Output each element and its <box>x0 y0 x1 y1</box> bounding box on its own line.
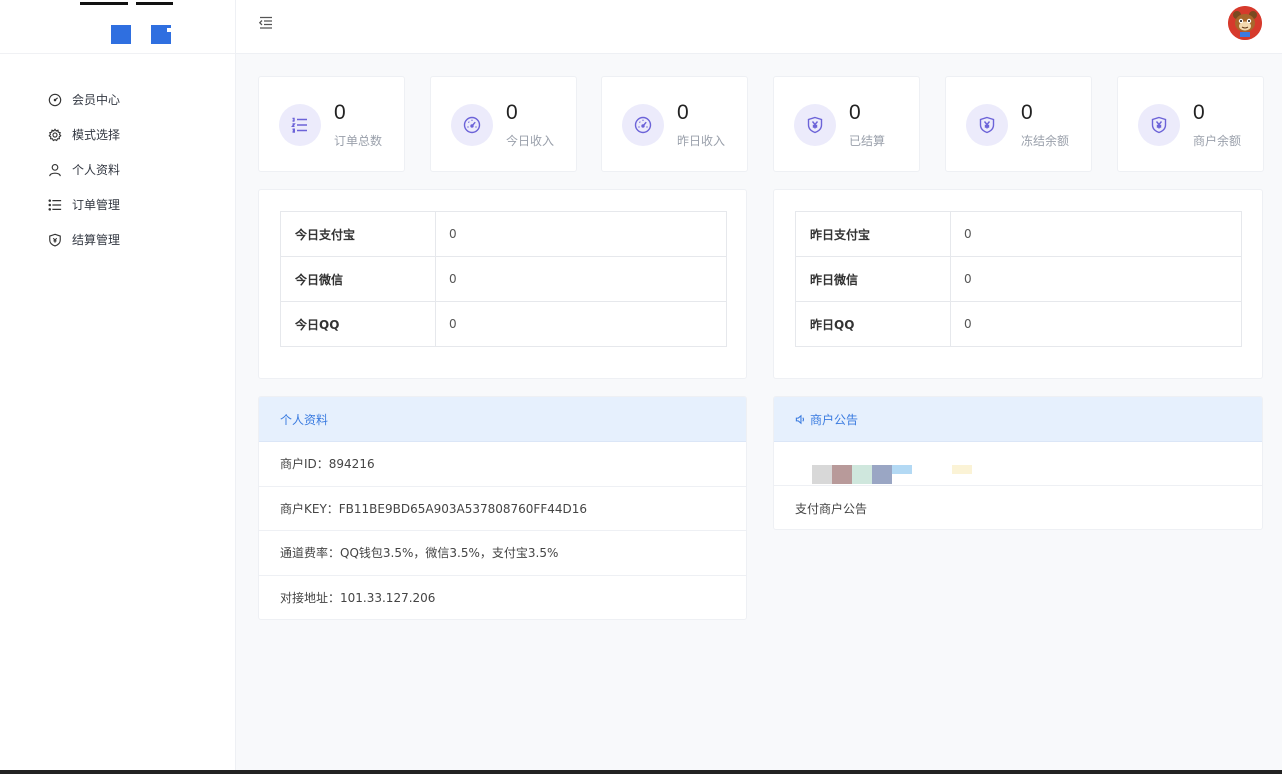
logo[interactable] <box>0 0 235 54</box>
payment-label: 今日QQ <box>280 301 436 347</box>
stat-label: 冻结余额 <box>1021 134 1070 148</box>
payment-label: 昨日QQ <box>795 301 951 347</box>
stat-value: 0 <box>677 101 689 124</box>
user-icon <box>47 162 62 177</box>
payment-value: 0 <box>950 256 1242 302</box>
payment-label: 昨日支付宝 <box>795 211 951 257</box>
profile-card: 个人资料 商户ID：894216 商户KEY：FB11BE9BD65A903A5… <box>258 396 747 620</box>
menu-collapse-icon[interactable] <box>258 15 274 31</box>
notice-text: 支付商户公告 <box>795 501 868 516</box>
table-row: 昨日支付宝 0 <box>795 211 1242 257</box>
table-row: 今日微信 0 <box>280 256 727 302</box>
payment-value: 0 <box>950 301 1242 347</box>
notice-image-mosaic <box>774 442 1262 486</box>
notice-card-header: 商户公告 <box>774 397 1262 442</box>
dashboard-icon <box>47 92 62 107</box>
table-row: 今日QQ 0 <box>280 301 727 347</box>
table-row: 今日支付宝 0 <box>280 211 727 257</box>
speaker-icon <box>795 414 806 425</box>
profile-api-address: 对接地址：101.33.127.206 <box>280 591 436 606</box>
sidebar-nav: 会员中心 模式选择 个人资料 订单管理 结算管理 <box>0 82 235 257</box>
sidebar-item-label: 结算管理 <box>72 233 121 247</box>
stat-card-today-income: 0 今日收入 <box>430 76 577 172</box>
payment-label: 今日支付宝 <box>280 211 436 257</box>
payment-value: 0 <box>435 211 727 257</box>
stat-label: 订单总数 <box>334 134 383 148</box>
profile-channel-rate: 通道费率：QQ钱包3.5%，微信3.5%，支付宝3.5% <box>259 531 746 576</box>
stat-value: 0 <box>334 101 346 124</box>
yen-icon <box>1138 104 1180 146</box>
stat-card-merchant-balance: 0 商户余额 <box>1117 76 1264 172</box>
sidebar-item-label: 会员中心 <box>72 93 121 107</box>
payment-label: 今日微信 <box>280 256 436 302</box>
stat-value: 0 <box>849 101 861 124</box>
stat-label: 昨日收入 <box>677 134 726 148</box>
sidebar-item-label: 个人资料 <box>72 163 121 177</box>
sidebar-item-settlement[interactable]: 结算管理 <box>0 222 235 257</box>
sidebar-item-profile[interactable]: 个人资料 <box>0 152 235 187</box>
shield-icon <box>47 232 62 247</box>
profile-merchant-key: 商户KEY：FB11BE9BD65A903A537808760FF44D16 <box>259 487 746 531</box>
list-icon <box>47 197 62 212</box>
user-avatar[interactable] <box>1228 6 1262 40</box>
stat-value: 0 <box>506 101 518 124</box>
payment-value: 0 <box>435 301 727 347</box>
sidebar-item-member-center[interactable]: 会员中心 <box>0 82 235 117</box>
today-payments-table: 今日支付宝 0 今日微信 0 今日QQ 0 <box>280 211 727 347</box>
stat-card-yesterday-income: 0 昨日收入 <box>601 76 748 172</box>
payment-label: 昨日微信 <box>795 256 951 302</box>
gauge-icon <box>622 104 664 146</box>
payment-value: 0 <box>950 211 1242 257</box>
sidebar-item-label: 模式选择 <box>72 128 121 142</box>
sidebar-item-label: 订单管理 <box>72 198 121 212</box>
stat-card-total-orders: 0 订单总数 <box>258 76 405 172</box>
stat-value: 0 <box>1193 101 1205 124</box>
logo-bar <box>136 2 173 5</box>
notice-card-title: 商户公告 <box>810 412 859 427</box>
sidebar: 会员中心 模式选择 个人资料 订单管理 结算管理 <box>0 0 236 774</box>
profile-card-title: 个人资料 <box>259 397 746 442</box>
top-bar <box>236 0 1282 54</box>
stat-label: 商户余额 <box>1193 134 1242 148</box>
sidebar-item-mode-select[interactable]: 模式选择 <box>0 117 235 152</box>
yesterday-payments-panel: 昨日支付宝 0 昨日微信 0 昨日QQ 0 <box>773 189 1263 379</box>
sidebar-item-orders[interactable]: 订单管理 <box>0 187 235 222</box>
stat-value: 0 <box>1021 101 1033 124</box>
window-bottom-edge <box>0 770 1282 774</box>
table-row: 昨日微信 0 <box>795 256 1242 302</box>
logo-block <box>151 25 171 44</box>
today-payments-panel: 今日支付宝 0 今日微信 0 今日QQ 0 <box>258 189 747 379</box>
stat-card-settled: 0 已结算 <box>773 76 920 172</box>
logo-block <box>111 25 131 44</box>
yen-icon <box>966 104 1008 146</box>
yen-icon <box>794 104 836 146</box>
list-icon <box>279 104 321 146</box>
profile-merchant-id: 商户ID：894216 <box>259 442 746 487</box>
stat-card-frozen-balance: 0 冻结余额 <box>945 76 1092 172</box>
stat-label: 已结算 <box>849 134 886 148</box>
logo-bar <box>80 2 128 5</box>
yesterday-payments-table: 昨日支付宝 0 昨日微信 0 昨日QQ 0 <box>795 211 1242 347</box>
table-row: 昨日QQ 0 <box>795 301 1242 347</box>
stat-label: 今日收入 <box>506 134 555 148</box>
payment-value: 0 <box>435 256 727 302</box>
gear-icon <box>47 127 62 142</box>
notice-card: 商户公告 支付商户公告 <box>773 396 1263 530</box>
gauge-icon <box>451 104 493 146</box>
